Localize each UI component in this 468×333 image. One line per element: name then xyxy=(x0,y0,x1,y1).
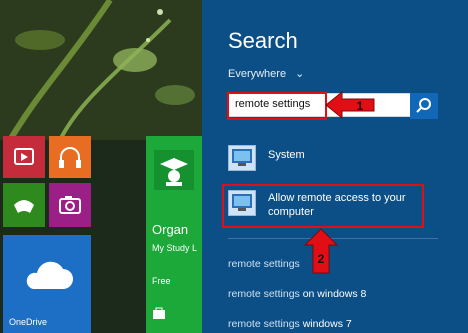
suggestion-item[interactable]: remote settings windows 7 xyxy=(228,318,352,330)
remote-access-icon xyxy=(228,190,256,216)
result-system[interactable]: System xyxy=(228,145,438,173)
suggestion-prefix: remote settings xyxy=(228,318,300,330)
organizer-title: Organ xyxy=(152,222,189,237)
suggestion-item[interactable]: remote settings on windows 8 xyxy=(228,288,366,300)
organizer-subtitle: My Study L xyxy=(152,243,198,253)
camera-tile[interactable] xyxy=(49,183,91,227)
annotation-number-1: 1 xyxy=(357,99,364,113)
cloud-icon xyxy=(26,261,73,289)
suggestion-prefix: remote settings xyxy=(228,258,300,270)
store-icon xyxy=(153,307,165,319)
scope-label: Everywhere xyxy=(228,68,287,80)
headphones-icon xyxy=(59,147,81,168)
organizer-app-tile[interactable]: Organ My Study L Free xyxy=(146,136,202,333)
video-icon xyxy=(14,148,34,165)
start-screen: OneDrive Organ My Study L Free xyxy=(0,0,202,333)
background-foliage-image xyxy=(0,0,202,140)
result-remote-label: Allow remote access to your computer xyxy=(268,191,406,219)
annotation-highlight-search xyxy=(227,92,327,120)
result-remote-label-line2: computer xyxy=(268,206,314,218)
graduation-cap-icon xyxy=(154,150,194,190)
search-charm-panel: Search Everywhere ⌄ remote settings 1 Sy… xyxy=(202,0,468,333)
suggestion-suffix: windows 7 xyxy=(299,318,352,330)
annotation-number-2: 2 xyxy=(318,252,325,266)
search-heading: Search xyxy=(228,28,298,53)
result-allow-remote-access[interactable]: Allow remote access to your computer xyxy=(228,190,438,222)
video-tile[interactable] xyxy=(3,136,45,178)
games-tile[interactable] xyxy=(3,183,45,227)
result-system-label: System xyxy=(268,149,305,161)
search-icon xyxy=(416,98,431,113)
system-icon xyxy=(228,145,256,171)
annotation-arrow-1: 1 xyxy=(325,90,375,120)
suggestion-item[interactable]: remote settings xyxy=(228,258,300,270)
onedrive-tile[interactable]: OneDrive xyxy=(3,235,91,333)
chevron-down-icon: ⌄ xyxy=(295,68,305,80)
search-scope-dropdown[interactable]: Everywhere ⌄ xyxy=(228,67,304,80)
annotation-arrow-2: 2 xyxy=(303,228,339,274)
result-remote-label-line1: Allow remote access to your xyxy=(268,192,406,204)
game-controller-icon xyxy=(14,200,34,213)
camera-icon xyxy=(59,196,81,214)
search-button[interactable] xyxy=(410,93,438,119)
suggestion-prefix: remote settings xyxy=(228,288,300,300)
onedrive-label: OneDrive xyxy=(9,317,48,327)
music-tile[interactable] xyxy=(49,136,91,178)
organizer-price: Free xyxy=(152,276,171,286)
suggestion-suffix: on windows 8 xyxy=(299,288,367,300)
